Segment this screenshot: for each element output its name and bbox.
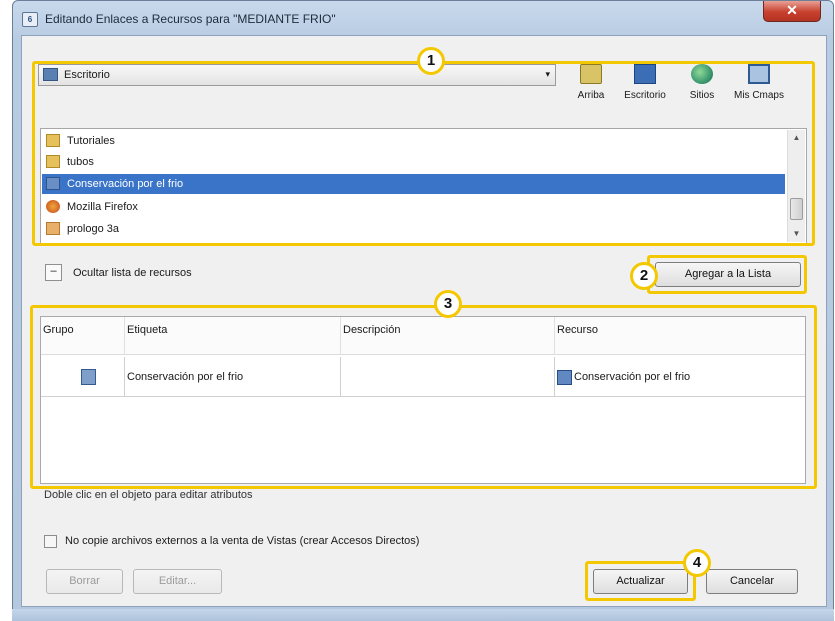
no-copy-checkbox[interactable]: [44, 535, 57, 548]
edit-hint-text: Doble clic en el objeto para editar atri…: [44, 489, 253, 501]
callout-badge-4: 4: [683, 549, 711, 577]
callout-frame-3: [30, 305, 817, 489]
app-icon: 6: [22, 12, 38, 27]
close-button[interactable]: ✕: [763, 1, 821, 22]
edit-button[interactable]: Editar...: [133, 569, 222, 594]
delete-button[interactable]: Borrar: [46, 569, 123, 594]
taskbar-strip: [12, 609, 834, 621]
cancel-button[interactable]: Cancelar: [706, 569, 798, 594]
callout-frame-4: [585, 561, 696, 601]
callout-badge-1: 1: [417, 47, 445, 75]
title-bar[interactable]: 6 Editando Enlaces a Recursos para "MEDI…: [13, 1, 833, 35]
callout-frame-1: [32, 61, 815, 246]
callout-badge-3: 3: [434, 290, 462, 318]
callout-frame-2: [647, 255, 807, 294]
window-title: Editando Enlaces a Recursos para "MEDIAN…: [45, 12, 336, 26]
collapse-list-button[interactable]: –: [45, 264, 62, 281]
no-copy-checkbox-label: No copie archivos externos a la venta de…: [65, 535, 420, 547]
callout-badge-2: 2: [630, 262, 658, 290]
collapse-list-label: Ocultar lista de recursos: [73, 267, 192, 279]
